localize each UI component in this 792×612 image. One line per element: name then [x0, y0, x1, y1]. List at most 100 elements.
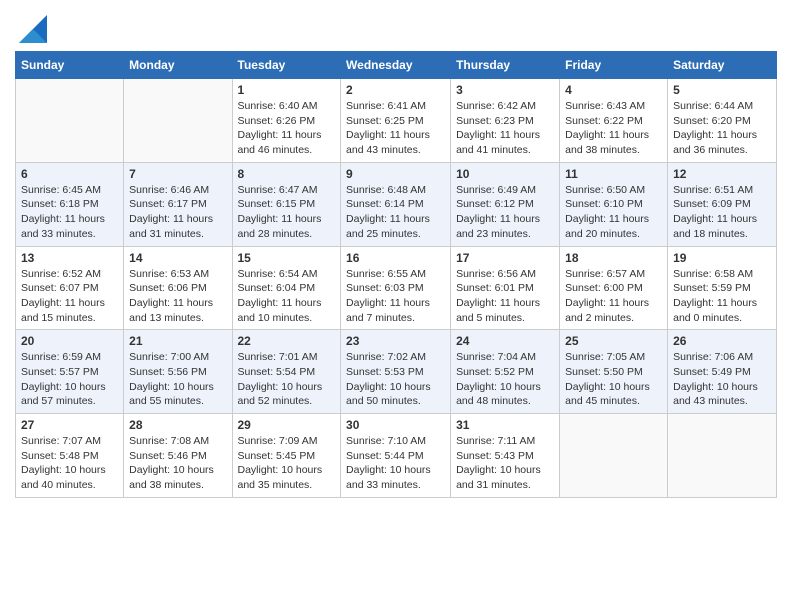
table-row: 24Sunrise: 7:04 AMSunset: 5:52 PMDayligh… — [451, 330, 560, 414]
day-number: 11 — [565, 167, 662, 181]
table-row: 29Sunrise: 7:09 AMSunset: 5:45 PMDayligh… — [232, 414, 341, 498]
day-number: 20 — [21, 334, 118, 348]
day-number: 4 — [565, 83, 662, 97]
day-number: 27 — [21, 418, 118, 432]
day-number: 22 — [238, 334, 336, 348]
day-info: Sunrise: 6:47 AMSunset: 6:15 PMDaylight:… — [238, 183, 336, 242]
day-info: Sunrise: 7:02 AMSunset: 5:53 PMDaylight:… — [346, 350, 445, 409]
day-info: Sunrise: 7:11 AMSunset: 5:43 PMDaylight:… — [456, 434, 554, 493]
table-row: 21 Sunrise: 7:00 AMSunset: 5:56 PMDayligh… — [124, 330, 232, 414]
table-row: 16 Sunrise: 6:55 AMSunset: 6:03 PMDayligh… — [341, 246, 451, 330]
day-info: Sunrise: 7:05 AMSunset: 5:50 PMDaylight:… — [565, 350, 662, 409]
day-of-week-header: Sunday — [16, 52, 124, 79]
day-number: 21 — [129, 334, 226, 348]
logo-icon — [19, 15, 47, 43]
day-info: Sunrise: 6:44 AMSunset: 6:20 PMDaylight:… — [673, 99, 771, 158]
day-info: Sunrise: 6:43 AMSunset: 6:22 PMDaylight:… — [565, 99, 662, 158]
day-number: 1 — [238, 83, 336, 97]
day-info: Sunrise: 6:45 AMSunset: 6:18 PMDaylight:… — [21, 183, 118, 242]
calendar-header-row: SundayMondayTuesdayWednesdayThursdayFrid… — [16, 52, 777, 79]
table-row: 23 Sunrise: 7:02 AMSunset: 5:53 PMDayligh… — [341, 330, 451, 414]
table-row: 26 Sunrise: 7:06 AMSunset: 5:49 PMDayligh… — [668, 330, 777, 414]
day-info: Sunrise: 6:40 AMSunset: 6:26 PMDaylight:… — [238, 99, 336, 158]
header — [15, 10, 777, 43]
day-info: Sunrise: 6:59 AMSunset: 5:57 PMDaylight:… — [21, 350, 118, 409]
day-number: 9 — [346, 167, 445, 181]
day-number: 17 — [456, 251, 554, 265]
day-number: 3 — [456, 83, 554, 97]
day-info: Sunrise: 6:51 AMSunset: 6:09 PMDaylight:… — [673, 183, 771, 242]
day-info: Sunrise: 7:04 AMSunset: 5:52 PMDaylight:… — [456, 350, 554, 409]
day-info: Sunrise: 6:41 AMSunset: 6:25 PMDaylight:… — [346, 99, 445, 158]
day-number: 29 — [238, 418, 336, 432]
day-info: Sunrise: 6:54 AMSunset: 6:04 PMDaylight:… — [238, 267, 336, 326]
day-info: Sunrise: 7:00 AMSunset: 5:56 PMDaylight:… — [129, 350, 226, 409]
day-number: 13 — [21, 251, 118, 265]
day-info: Sunrise: 7:10 AMSunset: 5:44 PMDaylight:… — [346, 434, 445, 493]
table-row: 3 Sunrise: 6:42 AMSunset: 6:23 PMDaylight… — [451, 79, 560, 163]
table-row: 28 Sunrise: 7:08 AMSunset: 5:46 PMDayligh… — [124, 414, 232, 498]
day-info: Sunrise: 6:42 AMSunset: 6:23 PMDaylight:… — [456, 99, 554, 158]
table-row: 22 Sunrise: 7:01 AMSunset: 5:54 PMDayligh… — [232, 330, 341, 414]
day-number: 14 — [129, 251, 226, 265]
day-of-week-header: Monday — [124, 52, 232, 79]
day-number: 16 — [346, 251, 445, 265]
day-info: Sunrise: 6:56 AMSunset: 6:01 PMDaylight:… — [456, 267, 554, 326]
day-number: 5 — [673, 83, 771, 97]
table-row: 1 Sunrise: 6:40 AMSunset: 6:26 PMDaylight… — [232, 79, 341, 163]
day-number: 10 — [456, 167, 554, 181]
day-number: 2 — [346, 83, 445, 97]
calendar-week-row: 1 Sunrise: 6:40 AMSunset: 6:26 PMDaylight… — [16, 79, 777, 163]
day-info: Sunrise: 6:58 AMSunset: 5:59 PMDaylight:… — [673, 267, 771, 326]
day-number: 19 — [673, 251, 771, 265]
table-row: 25 Sunrise: 7:05 AMSunset: 5:50 PMDayligh… — [560, 330, 668, 414]
day-info: Sunrise: 7:06 AMSunset: 5:49 PMDaylight:… — [673, 350, 771, 409]
day-info: Sunrise: 7:07 AMSunset: 5:48 PMDaylight:… — [21, 434, 118, 493]
table-row: 11Sunrise: 6:50 AMSunset: 6:10 PMDayligh… — [560, 162, 668, 246]
day-number: 30 — [346, 418, 445, 432]
day-number: 15 — [238, 251, 336, 265]
table-row: 14 Sunrise: 6:53 AMSunset: 6:06 PMDayligh… — [124, 246, 232, 330]
day-of-week-header: Wednesday — [341, 52, 451, 79]
day-info: Sunrise: 6:48 AMSunset: 6:14 PMDaylight:… — [346, 183, 445, 242]
day-number: 25 — [565, 334, 662, 348]
day-of-week-header: Thursday — [451, 52, 560, 79]
day-info: Sunrise: 6:49 AMSunset: 6:12 PMDaylight:… — [456, 183, 554, 242]
day-info: Sunrise: 6:55 AMSunset: 6:03 PMDaylight:… — [346, 267, 445, 326]
table-row: 2 Sunrise: 6:41 AMSunset: 6:25 PMDaylight… — [341, 79, 451, 163]
calendar-week-row: 13 Sunrise: 6:52 AMSunset: 6:07 PMDayligh… — [16, 246, 777, 330]
day-info: Sunrise: 7:08 AMSunset: 5:46 PMDaylight:… — [129, 434, 226, 493]
table-row: 15 Sunrise: 6:54 AMSunset: 6:04 PMDayligh… — [232, 246, 341, 330]
table-row — [124, 79, 232, 163]
day-info: Sunrise: 6:57 AMSunset: 6:00 PMDaylight:… — [565, 267, 662, 326]
day-of-week-header: Saturday — [668, 52, 777, 79]
calendar-week-row: 20 Sunrise: 6:59 AMSunset: 5:57 PMDayligh… — [16, 330, 777, 414]
day-info: Sunrise: 7:01 AMSunset: 5:54 PMDaylight:… — [238, 350, 336, 409]
day-number: 28 — [129, 418, 226, 432]
table-row: 13 Sunrise: 6:52 AMSunset: 6:07 PMDayligh… — [16, 246, 124, 330]
calendar-table: SundayMondayTuesdayWednesdayThursdayFrid… — [15, 51, 777, 498]
table-row: 31 Sunrise: 7:11 AMSunset: 5:43 PMDayligh… — [451, 414, 560, 498]
table-row: 10 Sunrise: 6:49 AMSunset: 6:12 PMDayligh… — [451, 162, 560, 246]
day-number: 8 — [238, 167, 336, 181]
day-info: Sunrise: 6:53 AMSunset: 6:06 PMDaylight:… — [129, 267, 226, 326]
table-row — [560, 414, 668, 498]
day-number: 7 — [129, 167, 226, 181]
day-number: 26 — [673, 334, 771, 348]
day-of-week-header: Tuesday — [232, 52, 341, 79]
table-row: 7Sunrise: 6:46 AMSunset: 6:17 PMDaylight… — [124, 162, 232, 246]
day-number: 12 — [673, 167, 771, 181]
day-info: Sunrise: 6:52 AMSunset: 6:07 PMDaylight:… — [21, 267, 118, 326]
table-row: 8 Sunrise: 6:47 AMSunset: 6:15 PMDaylight… — [232, 162, 341, 246]
table-row: 30 Sunrise: 7:10 AMSunset: 5:44 PMDayligh… — [341, 414, 451, 498]
day-number: 23 — [346, 334, 445, 348]
calendar-week-row: 6 Sunrise: 6:45 AMSunset: 6:18 PMDaylight… — [16, 162, 777, 246]
table-row: 27 Sunrise: 7:07 AMSunset: 5:48 PMDayligh… — [16, 414, 124, 498]
table-row: 5 Sunrise: 6:44 AMSunset: 6:20 PMDaylight… — [668, 79, 777, 163]
day-number: 31 — [456, 418, 554, 432]
calendar-week-row: 27 Sunrise: 7:07 AMSunset: 5:48 PMDayligh… — [16, 414, 777, 498]
day-number: 6 — [21, 167, 118, 181]
table-row: 17 Sunrise: 6:56 AMSunset: 6:01 PMDayligh… — [451, 246, 560, 330]
table-row: 6 Sunrise: 6:45 AMSunset: 6:18 PMDaylight… — [16, 162, 124, 246]
day-of-week-header: Friday — [560, 52, 668, 79]
